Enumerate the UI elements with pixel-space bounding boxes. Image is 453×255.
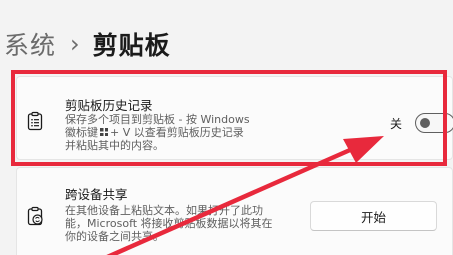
breadcrumb: 系统 › 剪贴板 [4,26,171,62]
clipboard-history-toggle[interactable] [415,113,453,133]
breadcrumb-separator: › [70,30,81,58]
description-line: 徽标键 + V 以查看剪贴板历史记录 [65,126,250,139]
description-line: 保存多个项目到剪贴板 - 按 Windows [65,113,250,126]
breadcrumb-parent-system[interactable]: 系统 [4,26,56,62]
clipboard-history-title: 剪贴板历史记录 [65,98,153,113]
description-line: 你的设备之间共享。 [65,230,164,243]
toggle-state-label: 关 [390,117,403,131]
windows-logo-icon [100,128,108,136]
toggle-knob [420,117,430,128]
start-button[interactable]: 开始 [310,201,437,231]
settings-clipboard-page: 系统 › 剪贴板 剪贴板历史记录 保存多个项目到剪贴板 - 按 Windows … [0,0,453,255]
clipboard-history-card: 剪贴板历史记录 保存多个项目到剪贴板 - 按 Windows 徽标键 + V 以查… [16,76,453,160]
description-line: 能，Microsoft 将接收剪贴板数据以将其在 [65,217,273,230]
cross-device-description: 在其他设备上粘贴文本。如果打开了此功 能，Microsoft 将接收剪贴板数据以… [65,204,273,243]
clipboard-list-icon [25,111,45,131]
cross-device-title: 跨设备共享 [65,187,128,202]
clipboard-sync-icon [25,206,45,226]
clipboard-history-description: 保存多个项目到剪贴板 - 按 Windows 徽标键 + V 以查看剪贴板历史记录… [65,113,250,152]
description-line: 并粘贴其中的内容。 [65,139,164,152]
page-title: 剪贴板 [92,31,171,60]
description-line: 在其他设备上粘贴文本。如果打开了此功 [65,204,263,217]
description-fragment: + V 以查看剪贴板历史记录 [110,126,244,139]
description-fragment: 徽标键 [65,126,98,139]
